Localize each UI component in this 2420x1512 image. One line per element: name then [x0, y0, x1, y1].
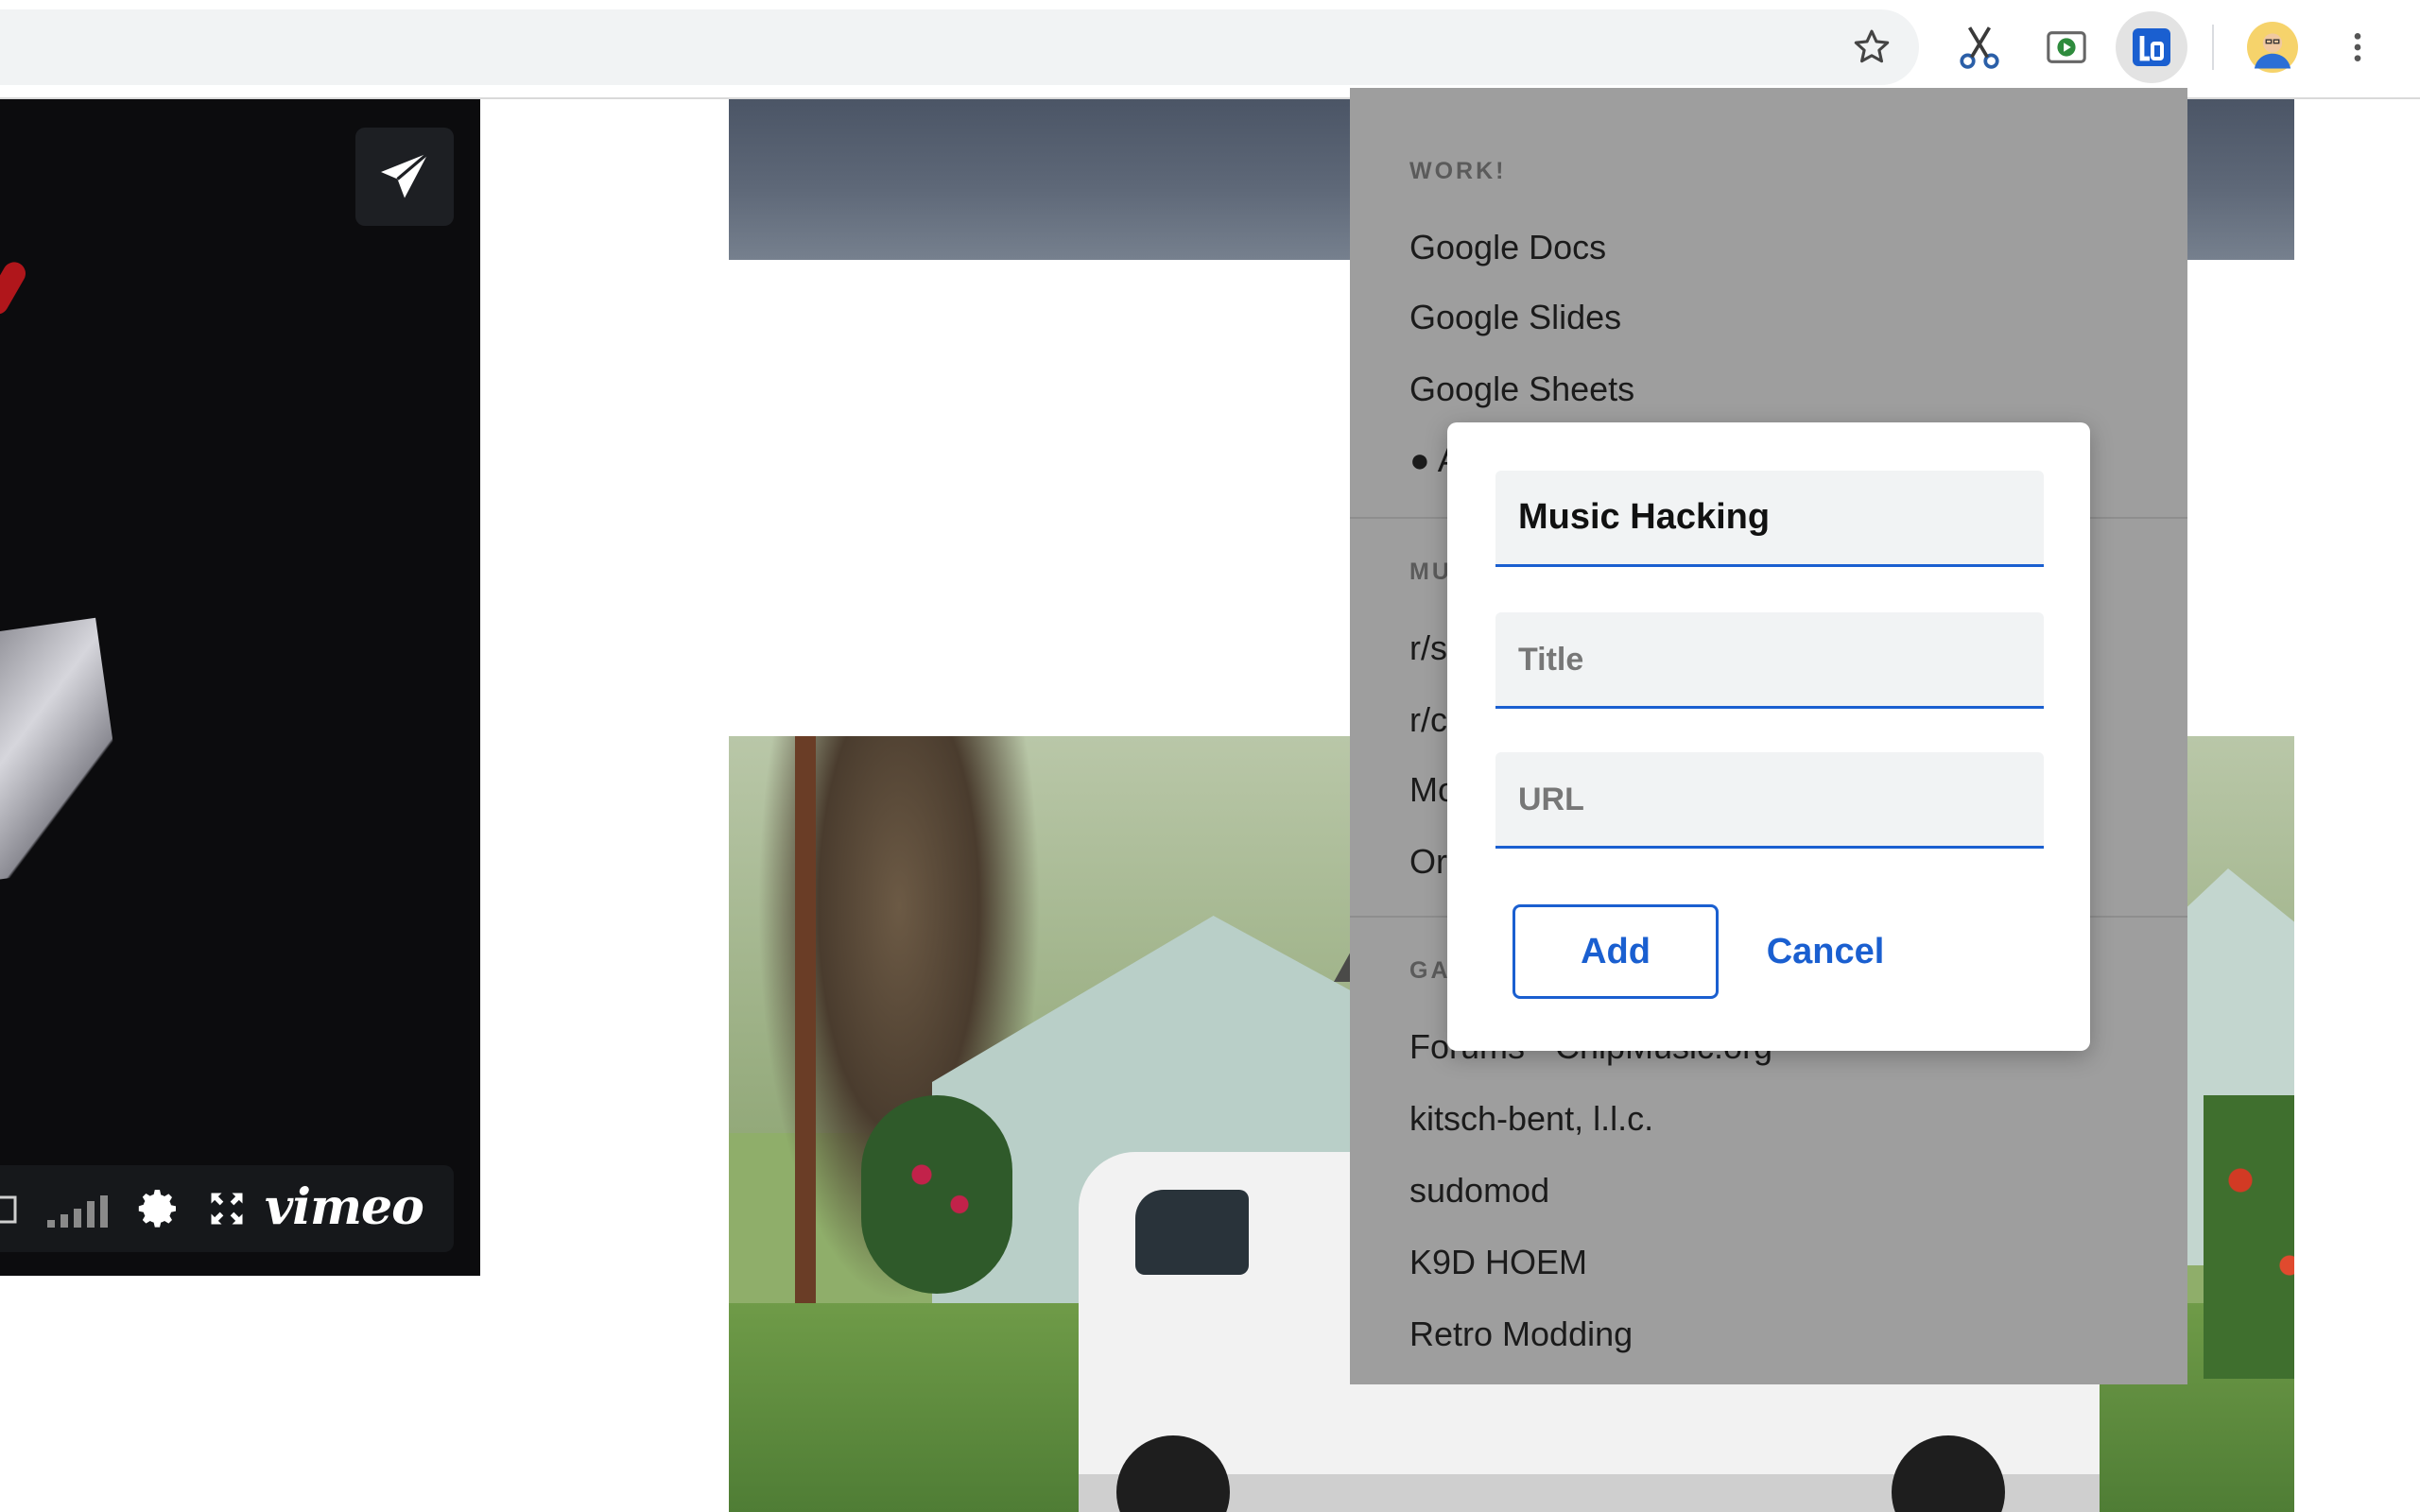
url-field	[1495, 752, 2044, 849]
more-menu-icon[interactable]	[2331, 21, 2384, 74]
player-controls: vimeo	[0, 1165, 454, 1252]
paper-plane-icon	[381, 151, 430, 198]
volume-bars-icon[interactable]	[45, 1192, 113, 1229]
cast-media-icon[interactable]	[2040, 21, 2093, 74]
fullscreen-icon[interactable]	[206, 1188, 248, 1229]
photo-flower-bush-right	[2204, 1095, 2294, 1379]
section-label-games: GA	[1409, 957, 1451, 984]
title-input[interactable]	[1495, 612, 2044, 706]
vimeo-logo[interactable]: vimeo	[265, 1178, 424, 1236]
section-input[interactable]	[1495, 471, 2044, 564]
title-field	[1495, 612, 2044, 709]
bookmark-extension-icon[interactable]	[2125, 21, 2178, 74]
link-item[interactable]: Google Slides	[1409, 298, 1621, 337]
add-button[interactable]: Add	[1512, 904, 1719, 999]
link-item[interactable]: r/c	[1409, 700, 1447, 740]
toolbar-separator	[2212, 25, 2214, 70]
url-input[interactable]	[1495, 752, 2044, 846]
photo-van-wheel	[1116, 1435, 1230, 1512]
settings-gear-icon[interactable]	[136, 1186, 182, 1231]
link-item[interactable]: kitsch-bent, l.l.c.	[1409, 1099, 1653, 1139]
link-item[interactable]: sudomod	[1409, 1171, 1549, 1211]
link-item[interactable]: Google Sheets	[1409, 369, 1634, 409]
photo-flower-bush	[861, 1095, 1012, 1294]
video-frame-highlight	[0, 617, 130, 885]
cancel-button[interactable]: Cancel	[1731, 904, 1920, 999]
section-label-music: MU	[1409, 558, 1452, 585]
video-frame-accent	[0, 258, 30, 318]
address-bar[interactable]	[0, 9, 1919, 85]
share-send-button[interactable]	[355, 128, 454, 226]
avatar[interactable]	[2246, 21, 2299, 74]
star-icon[interactable]	[1845, 21, 1898, 74]
photo-van-window	[1135, 1190, 1249, 1275]
browser-toolbar	[0, 0, 2420, 99]
section-label-work: WORK!	[1409, 158, 1507, 184]
photo-van-wheel	[1892, 1435, 2005, 1512]
link-item[interactable]: Or	[1409, 842, 1447, 882]
add-bookmark-dialog: Add Cancel	[1447, 422, 2090, 1051]
scissors-icon[interactable]	[1953, 21, 2006, 74]
link-item[interactable]: K9D HOEM	[1409, 1243, 1587, 1282]
video-player[interactable]: vimeo	[0, 99, 480, 1276]
link-item[interactable]: Retro Modding	[1409, 1314, 1633, 1354]
stop-icon[interactable]	[0, 1195, 19, 1224]
link-item[interactable]: r/s	[1409, 628, 1447, 668]
link-item[interactable]: Google Docs	[1409, 228, 1606, 267]
section-field	[1495, 471, 2044, 567]
